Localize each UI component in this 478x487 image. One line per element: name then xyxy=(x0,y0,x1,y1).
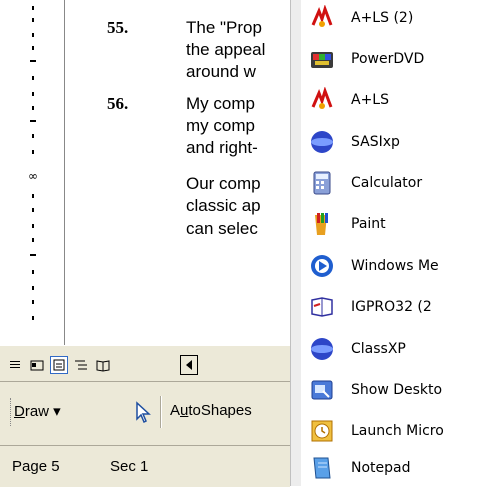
autoshapes-menu-button[interactable]: AutoShapes xyxy=(170,402,252,419)
print-layout-view-button[interactable] xyxy=(50,356,68,374)
menu-item-label: Calculator xyxy=(351,175,423,191)
ruler-tick xyxy=(32,46,34,50)
ruler-tick xyxy=(32,134,34,138)
web-layout-view-button[interactable] xyxy=(28,356,46,374)
outline-icon xyxy=(75,360,87,370)
menu-item-igpro32[interactable]: IGPRO32 (2 xyxy=(301,289,478,326)
powerdvd-icon xyxy=(311,52,333,68)
menu-item-powerdvd[interactable]: PowerDVD xyxy=(301,41,478,78)
menu-item-label: ClassXP xyxy=(351,341,406,357)
document-text[interactable]: 55. The "Prop the appeal around w 56. My… xyxy=(65,0,305,345)
draw-label: raw ▾ xyxy=(24,403,61,420)
text-line: Our comp xyxy=(186,174,261,193)
paint-icon xyxy=(315,213,328,235)
menu-item-notepad[interactable]: Notepad xyxy=(301,450,478,487)
ruler-tick xyxy=(32,194,34,198)
scroll-left-button[interactable] xyxy=(180,355,198,375)
text-line: the appeal xyxy=(186,40,266,59)
reading-view-button[interactable] xyxy=(94,356,112,374)
ruler-tick xyxy=(30,120,36,122)
ruler-tick xyxy=(32,224,34,228)
menu-item-label: Paint xyxy=(351,216,386,232)
ruler-tick xyxy=(32,92,34,96)
als-icon xyxy=(311,5,333,27)
show-desktop-icon xyxy=(311,380,333,400)
reading-layout-icon xyxy=(96,360,110,372)
menu-item-show-desktop[interactable]: Show Deskto xyxy=(301,372,478,409)
igpro-icon xyxy=(311,297,333,317)
start-menu-program-list: A+LS (2) PowerDVD A+LS SASIxp Calculator… xyxy=(290,0,478,486)
text-line: can selec xyxy=(186,219,258,238)
question-number: 55. xyxy=(107,18,129,37)
select-arrow-icon xyxy=(136,401,151,424)
ruler-tick xyxy=(32,286,34,290)
menu-item-sasixp[interactable]: SASIxp xyxy=(301,124,478,161)
menu-item-label: Show Deskto xyxy=(351,382,443,398)
menu-item-label: Launch Micro xyxy=(351,423,444,439)
sasixp-icon xyxy=(311,131,333,153)
classxp-icon xyxy=(311,338,333,360)
ruler-tick xyxy=(30,60,36,62)
autoshapes-label-rest: toShapes xyxy=(188,402,252,419)
als-icon xyxy=(311,87,333,109)
notepad-icon xyxy=(313,457,331,479)
print-layout-icon xyxy=(53,359,65,371)
web-layout-icon xyxy=(30,360,44,371)
ruler-tick xyxy=(32,106,34,110)
word-document-area: ∞ 55. The "Prop the appeal around w 56. … xyxy=(0,0,305,487)
menu-item-paint[interactable]: Paint xyxy=(301,206,478,243)
section-indicator: Sec 1 xyxy=(110,458,149,475)
autoshapes-label-start: A xyxy=(170,402,181,419)
menu-item-classxp[interactable]: ClassXP xyxy=(301,331,478,368)
draw-label-mnemonic: D xyxy=(14,403,25,420)
menu-item-als-2[interactable]: A+LS (2) xyxy=(301,0,478,37)
menu-item-label: SASIxp xyxy=(351,134,400,150)
menu-side-strip xyxy=(291,0,301,486)
menu-item-label: A+LS (2) xyxy=(351,10,414,26)
text-line: my comp xyxy=(186,116,255,135)
ruler-tick xyxy=(32,208,34,212)
menu-item-label: IGPRO32 (2 xyxy=(351,299,432,315)
windows-media-icon xyxy=(311,255,333,277)
question-number: 56. xyxy=(107,94,129,113)
launch-icon xyxy=(311,420,333,442)
text-line: The "Prop xyxy=(186,18,262,37)
ruler-tick xyxy=(32,238,34,242)
toolbar-separator xyxy=(160,396,162,428)
view-buttons-bar xyxy=(0,345,290,382)
draw-menu-button[interactable]: Draw ▾ xyxy=(14,402,61,420)
ruler-tick xyxy=(32,316,34,320)
select-objects-button[interactable] xyxy=(132,400,154,424)
drawing-toolbar: Draw ▾ AutoShapes xyxy=(0,381,290,446)
normal-view-button[interactable] xyxy=(6,356,24,374)
ruler-tick xyxy=(32,76,34,80)
ruler-tick xyxy=(32,33,34,37)
menu-item-als[interactable]: A+LS xyxy=(301,82,478,119)
menu-item-label: PowerDVD xyxy=(351,51,425,67)
ruler-tick xyxy=(32,18,34,22)
text-line: classic ap xyxy=(186,196,261,215)
text-line: around w xyxy=(186,62,256,81)
text-line: My comp xyxy=(186,94,255,113)
menu-item-label: A+LS xyxy=(351,92,389,108)
ruler-tick xyxy=(32,270,34,274)
toolbar-grip[interactable] xyxy=(10,398,13,426)
vertical-ruler: ∞ xyxy=(0,0,38,345)
menu-item-calculator[interactable]: Calculator xyxy=(301,165,478,202)
ruler-tick xyxy=(32,150,34,154)
menu-item-windows-media[interactable]: Windows Me xyxy=(301,248,478,285)
text-line: and right- xyxy=(186,138,258,157)
outline-view-button[interactable] xyxy=(72,356,90,374)
ruler-number: ∞ xyxy=(28,169,38,183)
ruler-tick xyxy=(32,6,34,10)
ruler-tick xyxy=(32,300,34,304)
menu-item-label: Windows Me xyxy=(351,258,439,274)
status-bar: Page 5 Sec 1 xyxy=(0,445,290,487)
calculator-icon xyxy=(313,171,331,195)
menu-item-launch-microsoft[interactable]: Launch Micro xyxy=(301,413,478,450)
menu-item-label: Notepad xyxy=(351,460,411,476)
ruler-tick xyxy=(30,254,36,256)
page-indicator: Page 5 xyxy=(12,458,60,475)
